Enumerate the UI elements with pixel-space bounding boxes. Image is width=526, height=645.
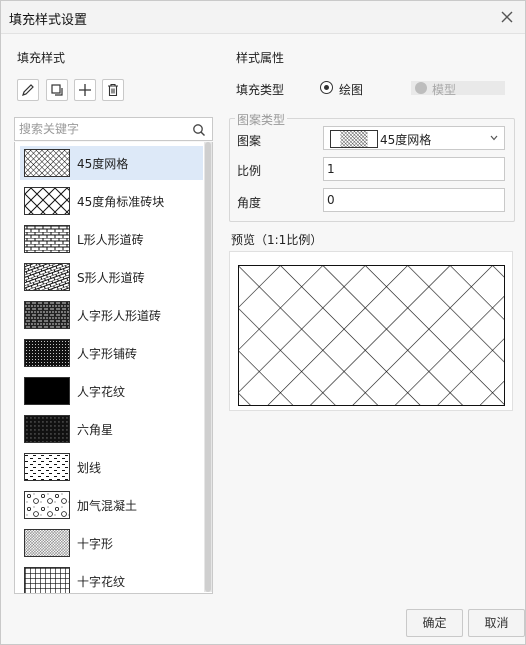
list-scrollbar-thumb[interactable]: [205, 142, 211, 592]
circles-pattern-icon: [24, 491, 70, 519]
list-item[interactable]: 十字形: [20, 526, 203, 560]
fine-cross-pattern-icon: [24, 529, 70, 557]
list-item-label: L形人形道砖: [77, 233, 144, 247]
copy-button[interactable]: [46, 79, 68, 101]
solid-black-pattern-icon: [24, 377, 70, 405]
preview-pattern: [238, 265, 505, 406]
diag-grid-dense-pattern-icon: [24, 149, 70, 177]
ok-button[interactable]: 确定: [406, 609, 463, 637]
cancel-button[interactable]: 取消: [468, 609, 525, 637]
list-item-label: 加气混凝土: [77, 499, 138, 513]
scale-field[interactable]: 1: [323, 157, 505, 181]
search-box: [14, 117, 213, 141]
search-icon[interactable]: [192, 123, 206, 140]
list-item-label: 六角星: [77, 423, 114, 437]
angle-label: 角度: [237, 196, 262, 210]
list-item-label: 人字花纹: [77, 385, 126, 399]
list-item[interactable]: S形人形道砖: [20, 260, 203, 294]
herring-paver-pattern-icon: [24, 301, 70, 329]
fill-type-model-label: 模型: [432, 83, 457, 97]
list-item-label: 十字形: [77, 537, 114, 551]
search-input[interactable]: [19, 121, 187, 137]
fill-style-section-label: 填充样式: [17, 51, 66, 65]
close-icon[interactable]: [497, 7, 517, 27]
preview-panel: [229, 251, 513, 411]
edit-icon: [22, 84, 34, 96]
fill-style-dialog: 填充样式设置 填充样式 45度网格45度角标准砖块L形人形道砖S形人形道砖人字形…: [0, 0, 526, 645]
herringbone-pattern-icon: [24, 187, 70, 215]
grid-pattern-icon: [24, 567, 70, 593]
fill-type-drawing-radio[interactable]: [320, 81, 333, 94]
title-bar: 填充样式设置: [1, 1, 525, 34]
list-item[interactable]: 十字花纹: [20, 564, 203, 593]
list-item-label: 十字花纹: [77, 575, 126, 589]
list-item[interactable]: 六角星: [20, 412, 203, 446]
chevron-down-icon: [490, 135, 498, 141]
angle-field[interactable]: 0: [323, 188, 505, 212]
list-scrollbar[interactable]: [204, 142, 212, 592]
list-item-label: 45度网格: [77, 157, 129, 171]
fill-type-drawing-label: 绘图: [339, 83, 364, 97]
preview-label: 预览（1:1比例）: [231, 233, 323, 247]
list-item[interactable]: 人字形人形道砖: [20, 298, 203, 332]
s-brick-pattern-icon: [24, 263, 70, 291]
dense-dots-pattern-icon: [24, 339, 70, 367]
pattern-type-legend: 图案类型: [235, 111, 288, 128]
list-item-label: 划线: [77, 461, 102, 475]
list-item-label: 人字形人形道砖: [77, 309, 162, 323]
copy-icon: [51, 84, 63, 96]
list-item-label: 45度角标准砖块: [77, 195, 165, 209]
scale-value: 1: [327, 162, 335, 176]
list-item[interactable]: 人字花纹: [20, 374, 203, 408]
fill-type-label: 填充类型: [236, 83, 285, 97]
scale-label: 比例: [237, 164, 262, 178]
list-item-label: S形人形道砖: [77, 271, 145, 285]
pattern-select-swatch: [330, 130, 378, 148]
edit-button[interactable]: [17, 79, 39, 101]
pattern-list: 45度网格 45度角标准砖块 L形人形道砖 S形人形道砖人字形人形道砖 人字形铺砖人字花…: [14, 142, 213, 594]
pattern-select-value: 45度网格: [380, 133, 432, 147]
delete-icon: [108, 83, 118, 97]
fill-type-model-radio: [415, 82, 427, 94]
list-item[interactable]: 划线: [20, 450, 203, 484]
star-dots-pattern-icon: [24, 415, 70, 443]
list-item[interactable]: 加气混凝土: [20, 488, 203, 522]
l-brick-pattern-icon: [24, 225, 70, 253]
list-item[interactable]: 人字形铺砖: [20, 336, 203, 370]
angle-value: 0: [327, 193, 335, 207]
style-properties-label: 样式属性: [236, 51, 285, 65]
dialog-title: 填充样式设置: [9, 13, 88, 28]
pattern-select[interactable]: 45度网格: [323, 126, 505, 150]
delete-button[interactable]: [102, 79, 124, 101]
list-item-label: 人字形铺砖: [77, 347, 138, 361]
add-icon: [79, 84, 91, 96]
list-item[interactable]: 45度网格: [20, 146, 203, 180]
dashes-pattern-icon: [24, 453, 70, 481]
pattern-label: 图案: [237, 134, 262, 148]
list-item[interactable]: L形人形道砖: [20, 222, 203, 256]
add-button[interactable]: [74, 79, 96, 101]
list-item[interactable]: 45度角标准砖块: [20, 184, 203, 218]
